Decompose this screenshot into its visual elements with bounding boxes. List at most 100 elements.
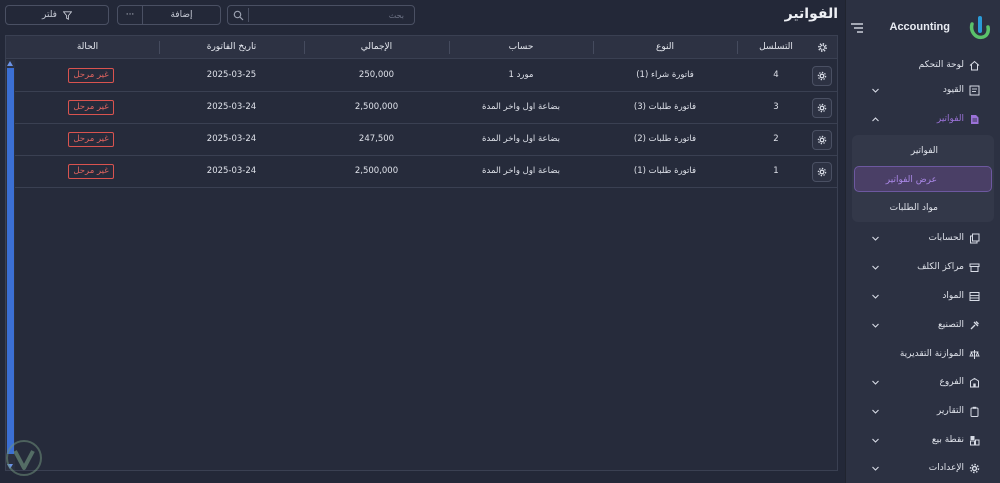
row-settings-button[interactable] (812, 130, 832, 150)
filter-icon (62, 10, 72, 20)
sidebar-item-label: الحسابات (928, 233, 964, 243)
materials-icon (969, 291, 980, 302)
manufacturing-icon (969, 320, 980, 331)
table-row[interactable]: 1 فاتورة طلبات (1) بضاعة اول واخر المدة 2,5… (6, 156, 837, 188)
sidebar-item-label: لوحة التحكم (918, 60, 964, 70)
status-badge: غير مرحل (68, 132, 114, 147)
sidebar-item[interactable]: الموازنة التقديرية (845, 340, 1000, 369)
sidebar-item-label: الفروع (939, 377, 964, 387)
col-status-header[interactable]: الحالة (16, 42, 159, 52)
cell-type: فاتورة طلبات (1) (633, 166, 697, 176)
chevron-up-icon[interactable] (871, 115, 880, 124)
col-date-header[interactable]: تاريخ الفاتورة (159, 42, 304, 52)
menu-toggle-icon[interactable] (850, 21, 864, 35)
cell-date: 2025-03-24 (206, 102, 257, 112)
add-button-group: ··· إضافة (117, 5, 221, 25)
sidebar-item[interactable]: القيود (845, 76, 1000, 105)
sidebar-item-label: مراكز الكلف (917, 262, 964, 272)
submenu-item-label: عرض الفواتير (885, 175, 937, 185)
filter-button[interactable]: فلتر (5, 5, 109, 25)
sidebar-item[interactable]: الإعدادات (845, 454, 1000, 483)
sidebar-item-label: التقارير (936, 406, 964, 416)
sidebar-item-label: الموازنة التقديرية (899, 349, 964, 359)
cell-serial: 4 (773, 70, 779, 80)
cell-account: بضاعة اول واخر المدة (482, 102, 560, 112)
col-serial-header[interactable]: التسلسل (737, 42, 815, 52)
cell-total: 2,500,000 (354, 166, 399, 176)
pos-icon (969, 435, 980, 446)
sidebar-item-label: المواد (942, 291, 964, 301)
sidebar-item[interactable]: التصنيع (845, 311, 1000, 340)
settings-icon (969, 463, 980, 474)
table-row[interactable]: 4 فاتورة شراء (1) مورد 1 250,000 2025-03-25 غ… (6, 60, 837, 92)
sidebar: Accounting لوحة التحكم القيود الفواتير الحس… (845, 0, 1000, 483)
cell-serial: 1 (773, 166, 779, 176)
col-total-header[interactable]: الإجمالي (304, 42, 449, 52)
row-settings-button[interactable] (812, 66, 832, 86)
chevron-down-icon[interactable] (871, 436, 880, 445)
status-badge: غير مرحل (68, 68, 114, 83)
budget-icon (969, 349, 980, 360)
cell-date: 2025-03-25 (206, 70, 257, 80)
chevron-down-icon[interactable] (871, 263, 880, 272)
chevron-down-icon[interactable] (871, 407, 880, 416)
sidebar-item-label: الفواتير (936, 114, 964, 124)
chevron-down-icon[interactable] (871, 378, 880, 387)
search-icon[interactable] (233, 10, 244, 21)
chevron-down-icon[interactable] (871, 86, 880, 95)
chevron-down-icon[interactable] (871, 464, 880, 473)
watermark-logo (6, 440, 42, 476)
chevron-down-icon[interactable] (871, 292, 880, 301)
journal-icon (969, 85, 980, 96)
gear-icon (817, 135, 827, 145)
sidebar-item-label: نقطة بيع (931, 435, 964, 445)
table-header: التسلسل النوع حساب الإجمالي تاريخ الفاتو… (6, 36, 837, 59)
search-box (227, 5, 415, 25)
cell-total: 250,000 (358, 70, 395, 80)
cell-total: 247,500 (358, 134, 395, 144)
submenu-item-label: الفواتير (910, 146, 938, 156)
search-input[interactable] (250, 7, 410, 23)
sidebar-item[interactable]: المواد (845, 282, 1000, 311)
sidebar-item[interactable]: الفروع (845, 368, 1000, 397)
sidebar-item[interactable]: الفواتير (845, 105, 1000, 134)
row-settings-button[interactable] (812, 162, 832, 182)
sidebar-item[interactable]: مراكز الكلف (845, 253, 1000, 282)
sidebar-item-label: القيود (942, 85, 964, 95)
cell-serial: 2 (773, 134, 779, 144)
column-settings-icon[interactable] (817, 42, 828, 53)
submenu-item[interactable]: عرض الفواتير (854, 166, 992, 192)
status-badge: غير مرحل (68, 164, 114, 179)
chevron-down-icon[interactable] (871, 321, 880, 330)
chevron-down-icon[interactable] (871, 234, 880, 243)
scroll-up-arrow[interactable] (7, 61, 13, 66)
row-settings-button[interactable] (812, 98, 832, 118)
submenu-item[interactable]: مواد الطلبات (852, 195, 994, 221)
scroll-thumb[interactable] (7, 68, 14, 454)
cost-center-icon (969, 262, 980, 273)
table-row[interactable]: 3 فاتورة طلبات (3) بضاعة اول واخر المدة 2,5… (6, 92, 837, 124)
submenu-item[interactable]: الفواتير (852, 138, 994, 164)
cell-account: بضاعة اول واخر المدة (482, 166, 560, 176)
brand-logo (969, 16, 990, 40)
col-account-header[interactable]: حساب (449, 42, 593, 52)
more-options-button[interactable]: ··· (118, 6, 143, 24)
status-badge: غير مرحل (68, 100, 114, 115)
vertical-scrollbar[interactable] (6, 60, 15, 470)
cell-serial: 3 (773, 102, 779, 112)
page-title: الفواتير (784, 6, 838, 22)
cell-account: بضاعة اول واخر المدة (482, 134, 560, 144)
cell-account: مورد 1 (508, 70, 534, 80)
accounts-icon (969, 233, 980, 244)
sidebar-item[interactable]: الحسابات (845, 224, 1000, 253)
cell-type: فاتورة طلبات (3) (633, 102, 697, 112)
col-type-header[interactable]: النوع (593, 42, 737, 52)
add-button[interactable]: إضافة (143, 6, 220, 24)
invoices-submenu: الفواتير عرض الفواتير مواد الطلبات (852, 135, 994, 222)
sidebar-item[interactable]: نقطة بيع (845, 426, 1000, 455)
branches-icon (969, 377, 980, 388)
table-row[interactable]: 2 فاتورة طلبات (2) بضاعة اول واخر المدة 247… (6, 124, 837, 156)
sidebar-item[interactable]: التقارير (845, 397, 1000, 426)
cell-date: 2025-03-24 (206, 166, 257, 176)
app-window: Accounting لوحة التحكم القيود الفواتير الحس… (0, 0, 1000, 483)
